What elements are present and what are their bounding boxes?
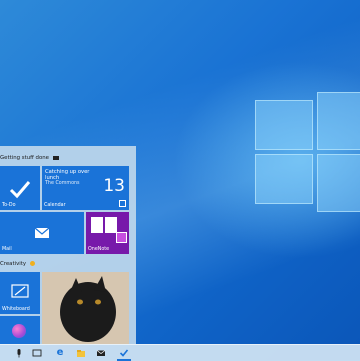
todo-tile[interactable]: To-Do bbox=[0, 166, 40, 210]
laptop-icon bbox=[52, 155, 59, 160]
group-title-creativity[interactable]: Creativity bbox=[0, 261, 35, 267]
edge-icon[interactable]: e bbox=[55, 348, 65, 358]
calendar-date: 13 bbox=[103, 176, 125, 196]
start-menu: Getting stuff done To-Do Catching up ove… bbox=[0, 146, 136, 344]
calendar-event-place: The Commons bbox=[45, 181, 80, 187]
windows-logo-wallpaper bbox=[255, 92, 360, 212]
onenote-tile[interactable]: OneNote bbox=[86, 212, 129, 254]
paint3d-icon bbox=[12, 324, 26, 338]
emoji-icon bbox=[29, 261, 35, 266]
cat-photo bbox=[42, 272, 129, 344]
calendar-event-title: Catching up over lunch bbox=[45, 169, 90, 182]
todo-tile-label: To-Do bbox=[2, 203, 16, 208]
file-explorer-icon[interactable] bbox=[76, 348, 86, 358]
onenote-icon bbox=[116, 232, 127, 243]
whiteboard-tile-label: Whiteboard bbox=[2, 307, 30, 312]
task-view-icon[interactable] bbox=[32, 348, 42, 358]
calendar-event: Catching up over lunch The Commons bbox=[45, 169, 97, 188]
mail-tile[interactable]: Mail bbox=[0, 212, 84, 254]
paint3d-tile[interactable] bbox=[0, 316, 40, 344]
taskbar: e bbox=[0, 344, 360, 361]
onenote-page-preview bbox=[91, 217, 103, 233]
calendar-tile[interactable]: Catching up over lunch The Commons 13 Ca… bbox=[42, 166, 129, 210]
photos-tile[interactable] bbox=[42, 272, 129, 344]
mail-tile-label: Mail bbox=[2, 247, 12, 252]
envelope-icon bbox=[34, 227, 50, 238]
whiteboard-tile[interactable]: Whiteboard bbox=[0, 272, 40, 314]
onenote-page-preview bbox=[105, 217, 117, 233]
calendar-icon bbox=[119, 200, 126, 207]
mail-icon[interactable] bbox=[96, 348, 106, 358]
microphone-icon[interactable] bbox=[14, 348, 24, 358]
calendar-tile-label: Calendar bbox=[44, 203, 66, 208]
onenote-tile-label: OneNote bbox=[88, 247, 110, 252]
todo-icon[interactable] bbox=[119, 348, 129, 358]
group-title-getting-stuff-done[interactable]: Getting stuff done bbox=[0, 155, 59, 161]
